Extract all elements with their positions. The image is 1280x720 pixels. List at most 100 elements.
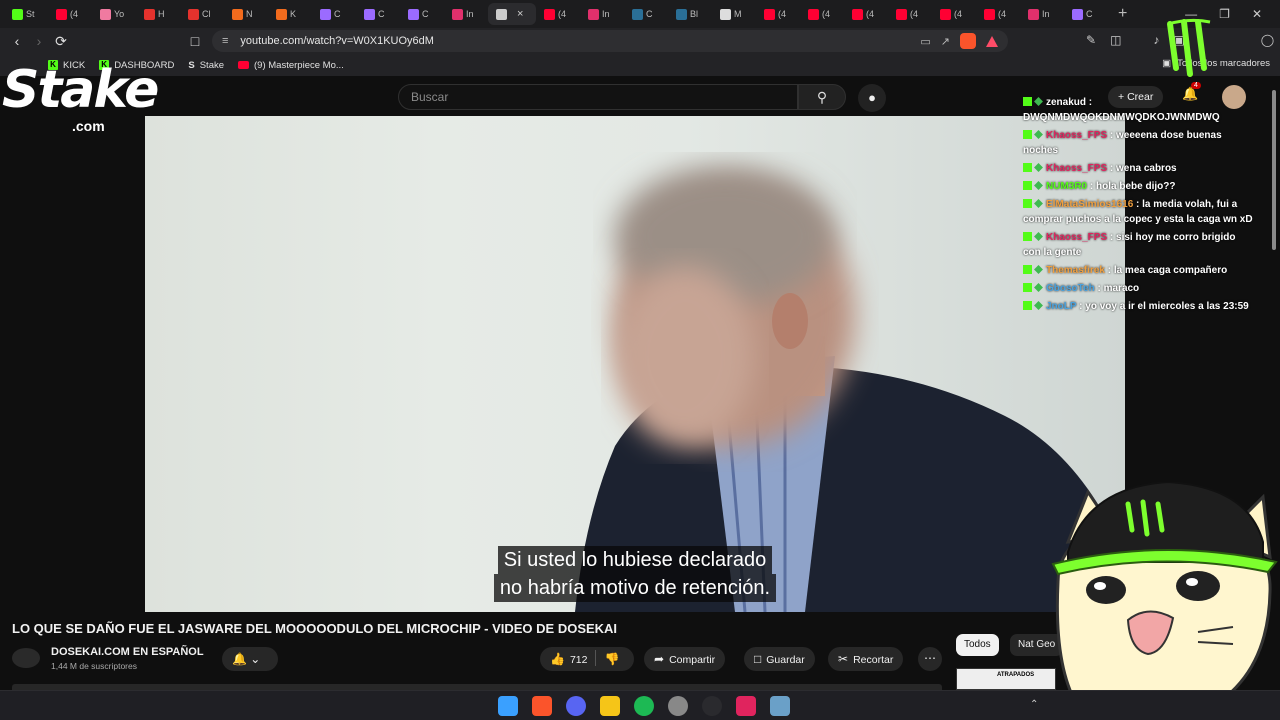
cast-icon[interactable]: ▭ [920, 35, 930, 48]
browser-tab[interactable]: C [312, 3, 356, 25]
obs-icon[interactable] [702, 696, 722, 716]
search-input[interactable]: Buscar [398, 84, 798, 110]
browser-tab[interactable]: C [356, 3, 400, 25]
browser-tab[interactable]: Cl [180, 3, 224, 25]
chat-separator: : [1094, 283, 1104, 294]
browser-tab[interactable]: C [624, 3, 668, 25]
clip-button[interactable]: ✂ Recortar [828, 647, 904, 671]
cat-mascot [1051, 482, 1278, 720]
subscriber-badge-icon [1034, 232, 1043, 241]
bookmark-stake[interactable]: S Stake [188, 60, 224, 71]
calculator-icon[interactable] [770, 696, 790, 716]
tab-favicon-icon [100, 8, 111, 20]
browser-tab[interactable]: (4 [800, 3, 844, 25]
recommended-thumbnail[interactable]: ATRAPADOS [956, 668, 1056, 690]
chat-username: JnoLP [1046, 301, 1077, 312]
chat-text: wena cabros [1116, 163, 1177, 174]
taskbar-apps [498, 696, 790, 716]
maximize-icon[interactable]: ❐ [1219, 7, 1230, 21]
browser-tab[interactable]: In [1020, 3, 1064, 25]
tray-chevron-icon[interactable]: ⌃ [1030, 699, 1038, 710]
browser-tab[interactable]: N [224, 3, 268, 25]
save-label: Guardar [766, 654, 805, 666]
like-count[interactable]: 712 [570, 654, 588, 666]
steam-icon[interactable] [668, 696, 688, 716]
save-button[interactable]: □ Guardar [744, 647, 815, 671]
back-icon[interactable]: ‹ [6, 33, 28, 49]
like-icon[interactable]: 👍 [550, 652, 565, 666]
vpn-icon[interactable]: ◯ [1261, 33, 1274, 47]
dislike-icon[interactable]: 👎 [604, 652, 619, 666]
bookmark-masterpiece[interactable]: (9) Masterpiece Mo... [238, 60, 344, 71]
browser-tab[interactable]: (4 [888, 3, 932, 25]
valorant-icon[interactable] [736, 696, 756, 716]
tab-label: (4 [778, 9, 787, 19]
tab-favicon-icon [896, 8, 907, 20]
browser-tab[interactable]: In [444, 3, 488, 25]
address-bar[interactable]: ≡ youtube.com/watch?v=W0X1KUOy6dM ▭ ↗ [212, 30, 1008, 52]
discord-icon[interactable] [566, 696, 586, 716]
browser-tab[interactable]: In [580, 3, 624, 25]
browser-tab[interactable]: C [1064, 3, 1108, 25]
tab-favicon-icon [452, 8, 463, 20]
tab-favicon-icon [144, 8, 155, 20]
browser-tab[interactable]: (4 [756, 3, 800, 25]
browser-tab[interactable]: K [268, 3, 312, 25]
brave-rewards-icon[interactable] [986, 35, 998, 47]
channel-avatar[interactable] [12, 648, 40, 668]
reload-icon[interactable]: ⟳ [50, 33, 72, 50]
browser-tab[interactable]: (4 [932, 3, 976, 25]
bookmark-icon[interactable]: □ [184, 33, 206, 49]
subscriber-badge-icon [1034, 283, 1043, 292]
browser-tab[interactable]: (4 [976, 3, 1020, 25]
chat-message: Themasfirek : la mea caga compañero [1023, 263, 1253, 278]
bookmark-label: (9) Masterpiece Mo... [254, 59, 344, 71]
forward-icon[interactable]: › [28, 33, 50, 49]
browser-tab[interactable]: Yo [92, 3, 136, 25]
chevron-down-icon: ⌄ [250, 652, 261, 666]
chat-separator: : [1104, 265, 1114, 276]
browser-tab[interactable]: (4 [536, 3, 580, 25]
notification-bell-button[interactable]: 🔔 ⌄ [222, 647, 278, 671]
share-page-icon[interactable]: ↗ [941, 35, 950, 48]
stake-domain: .com [72, 118, 105, 134]
extensions-icon[interactable]: ✎ [1086, 33, 1096, 47]
stake-wordmark: Stake [2, 60, 159, 120]
browser-tab[interactable]: C [400, 3, 444, 25]
browser-tab[interactable]: M [712, 3, 756, 25]
browser-tab[interactable]: (4 [844, 3, 888, 25]
chat-message: Khaoss_FPS : wena cabros [1023, 161, 1253, 176]
windows-start-icon[interactable] [498, 696, 518, 716]
more-actions-button[interactable]: ⋯ [918, 647, 942, 671]
brave-icon[interactable] [532, 696, 552, 716]
search-button[interactable]: ⚲ [798, 84, 846, 110]
browser-tab[interactable]: × [488, 3, 536, 25]
tab-strip: St (4 Yo H Cl N K C C C In × (4 In C Bl M (4 (4 (4 (4 (4 (4 In C… [0, 0, 1280, 28]
channel-name[interactable]: DOSEKAI.COM EN ESPAÑOL [51, 646, 204, 658]
close-tab-icon[interactable]: × [517, 8, 523, 20]
sidebar-icon[interactable]: ◫ [1110, 33, 1121, 47]
new-tab-button[interactable]: + [1118, 5, 1127, 23]
site-info-icon[interactable]: ≡ [222, 35, 228, 47]
chat-message: Khaoss_FPS : sisi hoy me corro brigido c… [1023, 230, 1253, 260]
chip-all[interactable]: Todos [956, 634, 999, 656]
video-player[interactable]: Si usted lo hubiese declarado no habría … [145, 116, 1125, 612]
spotify-icon[interactable] [634, 696, 654, 716]
file-explorer-icon[interactable] [600, 696, 620, 716]
media-icon[interactable]: ♪ [1153, 33, 1159, 47]
scissors-icon: ✂ [838, 652, 849, 666]
tab-label: Yo [114, 9, 125, 19]
scrollbar-thumb[interactable] [1272, 90, 1276, 250]
browser-tab[interactable]: Bl [668, 3, 712, 25]
close-window-icon[interactable]: ✕ [1252, 7, 1262, 21]
browser-tab[interactable]: H [136, 3, 180, 25]
like-dislike-group: 👍 712 👎 [540, 647, 635, 671]
browser-tab[interactable]: St [4, 3, 48, 25]
browser-tab[interactable]: (4 [48, 3, 92, 25]
tab-favicon-icon [1028, 8, 1039, 20]
tab-favicon-icon [544, 8, 555, 20]
tab-label: Cl [202, 9, 211, 19]
voice-search-button[interactable]: ● [858, 84, 886, 112]
share-button[interactable]: ➦ Compartir [644, 647, 726, 671]
brave-shields-icon[interactable] [960, 33, 976, 49]
